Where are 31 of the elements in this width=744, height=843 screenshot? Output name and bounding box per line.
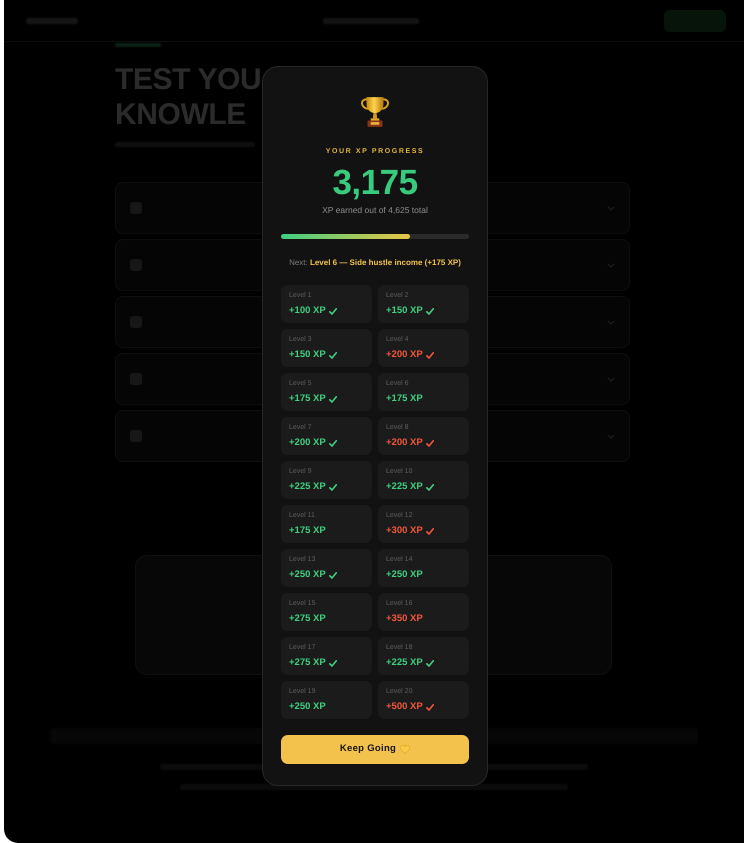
level-xp-value: +175 XP bbox=[289, 525, 326, 537]
level-xp-value: +250 XP bbox=[386, 569, 423, 581]
level-xp-value: +275 XP bbox=[289, 657, 326, 669]
xp-total-value: 3,175 bbox=[331, 165, 419, 200]
level-xp-value: +175 XP bbox=[386, 393, 423, 405]
level-xp-value: +150 XP bbox=[289, 349, 326, 361]
level-xp-value: +500 XP bbox=[386, 701, 423, 713]
level-xp-value: +250 XP bbox=[289, 701, 326, 713]
level-xp-value: +350 XP bbox=[386, 613, 423, 625]
level-xp-value: +200 XP bbox=[386, 437, 423, 449]
level-xp-value: +225 XP bbox=[386, 657, 423, 669]
level-xp-value: +225 XP bbox=[386, 481, 423, 493]
chevron-down-icon bbox=[607, 376, 615, 382]
chevron-down-icon bbox=[607, 206, 615, 210]
level-xp-value: +250 XP bbox=[289, 569, 326, 581]
chevron-down-icon bbox=[607, 262, 615, 268]
level-xp-value: +225 XP bbox=[289, 481, 326, 493]
level-xp-value: +100 XP bbox=[289, 305, 326, 317]
next-level-text: Next: Level 6 — Side hustle income (+175 XP) bbox=[288, 257, 462, 268]
chevron-down-icon bbox=[607, 434, 615, 438]
level-xp-value: +150 XP bbox=[386, 305, 423, 317]
level-xp-value: +275 XP bbox=[289, 613, 326, 625]
chevron-down-icon bbox=[607, 320, 615, 324]
level-xp-value: +300 XP bbox=[386, 525, 423, 537]
xp-summary-text: XP earned out of 4,625 total bbox=[321, 205, 429, 216]
level-xp-value: +200 XP bbox=[386, 349, 423, 361]
level-xp-value: +200 XP bbox=[289, 437, 326, 449]
keep-going-button[interactable]: Keep Going bbox=[281, 735, 469, 764]
level-xp-value: +175 XP bbox=[289, 393, 326, 405]
trophy-icon bbox=[358, 95, 392, 129]
heart-icon bbox=[400, 745, 410, 754]
